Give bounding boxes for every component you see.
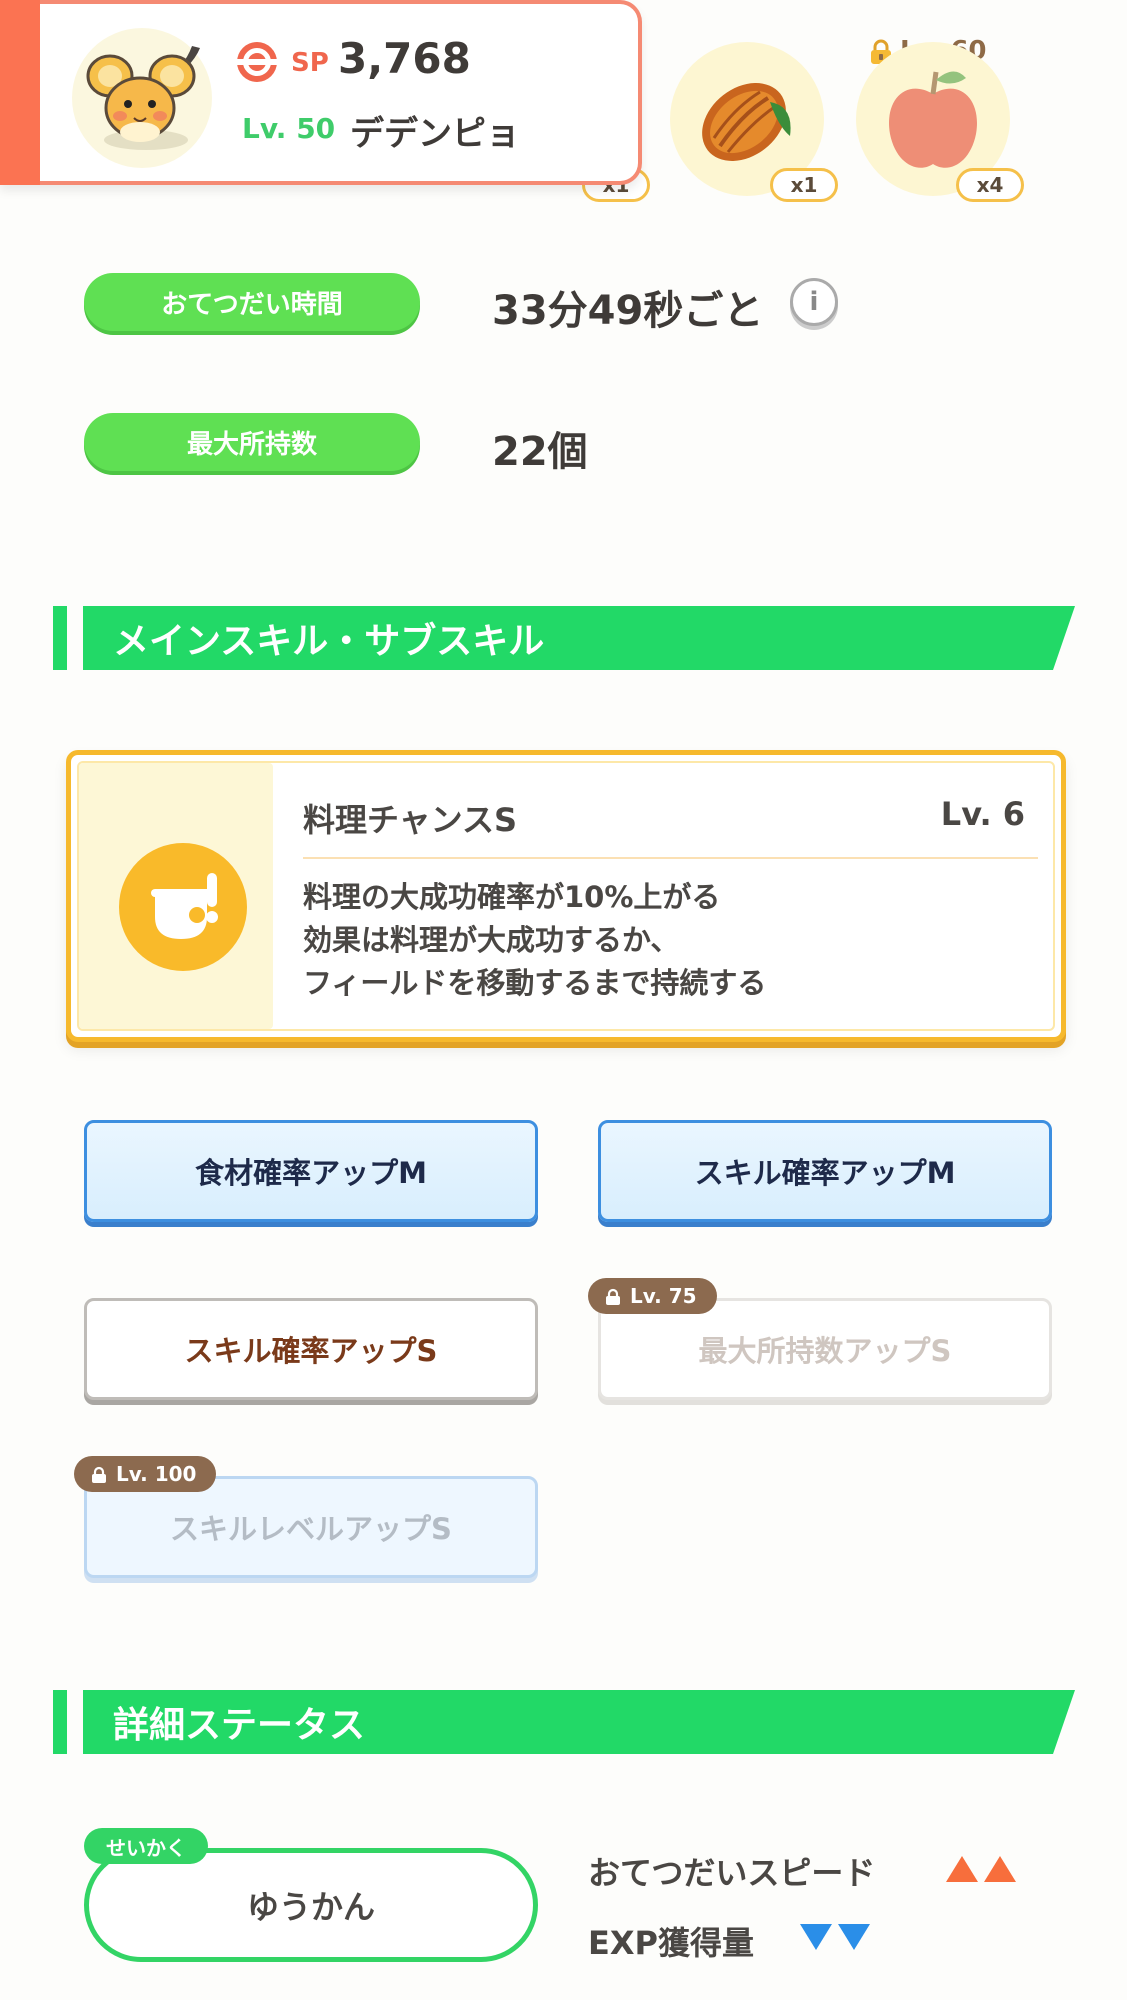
- ingredient-count-badge: x4: [956, 168, 1024, 202]
- skill-description-line: 効果は料理が大成功するか、: [303, 923, 680, 957]
- main-skill-level: Lv. 6: [940, 795, 1025, 833]
- lock-icon: [90, 1465, 108, 1483]
- nature-value-box[interactable]: ゆうかん: [84, 1848, 538, 1962]
- header-accent-stripe: [0, 0, 40, 185]
- triangle-down-icon: [800, 1924, 832, 1950]
- lock-level-text: Lv. 75: [630, 1284, 697, 1308]
- help-time-value: 33分49秒ごと: [492, 288, 764, 334]
- sp-label: SP: [291, 48, 329, 78]
- skill-divider: [303, 857, 1038, 859]
- nature-tag: せいかく: [84, 1828, 208, 1864]
- max-carry-value: 22個: [492, 429, 588, 475]
- stat-down-label: EXP獲得量: [588, 1924, 754, 1962]
- dedenne-portrait-icon: [72, 28, 212, 168]
- max-carry-label: 最大所持数: [84, 413, 420, 471]
- subskill-lock-tag: Lv. 75: [588, 1278, 717, 1314]
- cooking-pot-exclamation-icon: [119, 843, 247, 971]
- subskill-lock-tag: Lv. 100: [74, 1456, 217, 1492]
- main-skill-name: 料理チャンスS: [303, 801, 518, 839]
- skill-description-line: 料理の大成功確率が10%上がる: [303, 880, 721, 914]
- triangle-up-icon: [946, 1856, 978, 1882]
- triangle-down-icon: [838, 1924, 870, 1950]
- skills-section-header: メインスキル・サブスキル: [83, 606, 1075, 670]
- sp-value: 3,768: [338, 34, 471, 83]
- main-skill-card[interactable]: 料理チャンスS Lv. 6 料理の大成功確率が10%上がる 効果は料理が大成功す…: [66, 750, 1066, 1042]
- subskill-ingredient-finder-m[interactable]: 食材確率アップM: [84, 1120, 538, 1222]
- pokemon-level: Lv. 50: [242, 112, 336, 145]
- pokemon-name: デデンピョ: [350, 114, 520, 154]
- skill-description-line: フィールドを移動するまで持続する: [303, 966, 767, 1000]
- section-tick: [53, 1690, 67, 1754]
- detail-section-header: 詳細ステータス: [83, 1690, 1075, 1754]
- lock-level-text: Lv. 100: [116, 1462, 197, 1486]
- help-time-label: おてつだい時間: [84, 273, 420, 331]
- info-button[interactable]: i: [790, 278, 838, 326]
- ingredient-count-badge: x1: [770, 168, 838, 202]
- subskill-skill-trigger-m[interactable]: スキル確率アップM: [598, 1120, 1052, 1222]
- skill-icon-panel: [79, 763, 273, 1029]
- subskill-skill-trigger-s[interactable]: スキル確率アップS: [84, 1298, 538, 1400]
- info-icon: i: [809, 287, 819, 317]
- sp-ball-icon: [237, 42, 277, 82]
- nature-value: ゆうかん: [246, 1888, 375, 1926]
- stat-up-arrows: [946, 1856, 1016, 1882]
- stat-down-arrows: [800, 1924, 870, 1950]
- triangle-up-icon: [984, 1856, 1016, 1882]
- stat-up-label: おてつだいスピード: [588, 1854, 876, 1892]
- section-tick: [53, 606, 67, 670]
- lock-icon: [604, 1287, 622, 1305]
